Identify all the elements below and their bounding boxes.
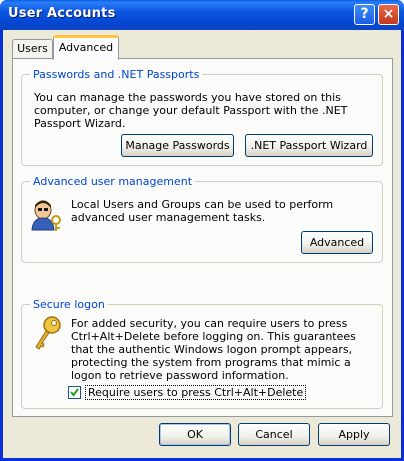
key-icon (32, 315, 64, 351)
cancel-button[interactable]: Cancel (238, 423, 310, 446)
require-ctrl-alt-delete-label[interactable]: Require users to press Ctrl+Alt+Delete (85, 385, 307, 400)
passwords-group: Passwords and .NET Passports You can man… (21, 68, 383, 166)
ok-button[interactable]: OK (159, 423, 231, 446)
window-title: User Accounts (8, 6, 116, 21)
advanced-mgmt-description: Local Users and Groups can be used to pe… (71, 198, 334, 224)
help-button[interactable]: ? (354, 4, 375, 25)
secure-logon-description: For added security, you can require user… (71, 317, 356, 382)
manage-passwords-button[interactable]: Manage Passwords (121, 134, 234, 157)
apply-button[interactable]: Apply (318, 423, 390, 446)
advanced-user-management-group: Advanced user management Local Users and… (21, 175, 383, 263)
passwords-group-title: Passwords and .NET Passports (30, 68, 203, 81)
advanced-button[interactable]: Advanced (301, 231, 373, 254)
advanced-mgmt-group-title: Advanced user management (30, 175, 196, 188)
advanced-tab-panel: Passwords and .NET Passports You can man… (12, 58, 393, 417)
secure-logon-group: Secure logon For added security, you can… (21, 298, 383, 409)
title-bar[interactable]: User Accounts ? × (0, 0, 404, 30)
tab-users[interactable]: Users (12, 39, 53, 59)
user-accounts-dialog: User Accounts ? × Users Advanced Passwor… (0, 0, 404, 461)
close-button[interactable]: × (378, 4, 399, 25)
tab-advanced[interactable]: Advanced (53, 35, 119, 60)
dialog-body: Users Advanced Passwords and .NET Passpo… (3, 30, 401, 458)
users-keys-icon (30, 200, 64, 232)
net-passport-wizard-button[interactable]: .NET Passport Wizard (245, 134, 373, 157)
checkmark-icon (70, 388, 79, 397)
require-ctrl-alt-delete-checkbox[interactable] (68, 386, 81, 399)
passwords-description: You can manage the passwords you have st… (34, 91, 348, 130)
secure-logon-group-title: Secure logon (30, 298, 108, 311)
